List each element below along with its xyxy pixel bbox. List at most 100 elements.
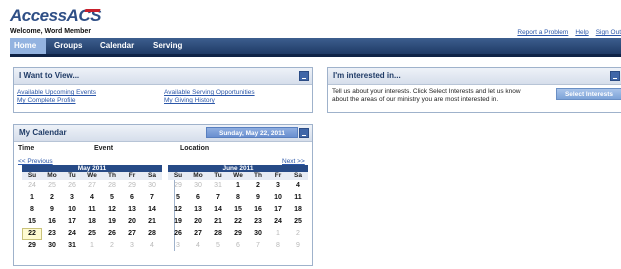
next-month-link[interactable]: Next >> [282,158,305,165]
calendar-day[interactable]: 29 [168,180,188,192]
calendar-day[interactable]: 20 [122,216,142,228]
calendar-day[interactable]: 26 [168,228,188,240]
nav-tab-serving[interactable]: Serving [149,38,186,54]
calendar-day[interactable]: 9 [288,240,308,252]
calendar-day[interactable]: 6 [188,192,208,204]
help-link[interactable]: Help [575,29,588,36]
calendar-day[interactable]: 12 [102,204,122,216]
calendar-day[interactable]: 8 [268,240,288,252]
calendar-day[interactable]: 27 [188,228,208,240]
calendar-day[interactable]: 20 [188,216,208,228]
calendar-day[interactable]: 2 [288,228,308,240]
calendar-day[interactable]: 19 [168,216,188,228]
calendar-day[interactable]: 15 [228,204,248,216]
calendar-day[interactable]: 21 [142,216,162,228]
nav-tab-groups[interactable]: Groups [50,38,86,54]
calendar-day[interactable]: 24 [268,216,288,228]
calendar-day[interactable]: 14 [142,204,162,216]
calendar-day[interactable]: 23 [42,228,62,240]
previous-month-link[interactable]: << Previous [18,158,53,165]
nav-tab-home[interactable]: Home [10,38,46,54]
select-interests-button[interactable]: Select Interests [556,88,621,100]
calendar-day[interactable]: 3 [268,180,288,192]
calendar-day[interactable]: 7 [248,240,268,252]
calendar-day[interactable]: 15 [22,216,42,228]
calendar-day[interactable]: 28 [142,228,162,240]
calendar-day[interactable]: 17 [62,216,82,228]
calendar-day[interactable]: 26 [62,180,82,192]
calendar-day[interactable]: 17 [268,204,288,216]
calendar-day[interactable]: 5 [168,192,188,204]
calendar-day[interactable]: 28 [208,228,228,240]
calendar-day[interactable]: 2 [102,240,122,252]
calendar-day[interactable]: 19 [102,216,122,228]
calendar-day[interactable]: 13 [188,204,208,216]
minimize-icon[interactable] [299,71,309,81]
calendar-day[interactable]: 28 [102,180,122,192]
selected-date-button[interactable]: Sunday, May 22, 2011 [206,127,298,138]
calendar-day[interactable]: 11 [82,204,102,216]
calendar-day[interactable]: 30 [188,180,208,192]
minimize-icon[interactable] [610,71,620,81]
calendar-day[interactable]: 23 [248,216,268,228]
calendar-day[interactable]: 30 [142,180,162,192]
calendar-day[interactable]: 1 [228,180,248,192]
calendar-day[interactable]: 12 [168,204,188,216]
calendar-day[interactable]: 1 [22,192,42,204]
my-giving-history-link[interactable]: My Giving History [164,97,215,104]
calendar-day[interactable]: 16 [248,204,268,216]
calendar-day[interactable]: 4 [82,192,102,204]
calendar-day[interactable]: 6 [122,192,142,204]
calendar-day[interactable]: 24 [62,228,82,240]
calendar-day[interactable]: 18 [288,204,308,216]
calendar-day[interactable]: 30 [42,240,62,252]
calendar-day[interactable]: 8 [228,192,248,204]
calendar-day[interactable]: 7 [208,192,228,204]
calendar-day[interactable]: 9 [42,204,62,216]
calendar-day[interactable]: 31 [62,240,82,252]
calendar-day[interactable]: 27 [82,180,102,192]
calendar-day[interactable]: 25 [82,228,102,240]
calendar-day[interactable]: 14 [208,204,228,216]
calendar-day[interactable]: 11 [288,192,308,204]
calendar-day[interactable]: 25 [288,216,308,228]
calendar-day[interactable]: 4 [142,240,162,252]
calendar-day[interactable]: 8 [22,204,42,216]
calendar-day[interactable]: 6 [228,240,248,252]
calendar-day[interactable]: 3 [122,240,142,252]
available-serving-opportunities-link[interactable]: Available Serving Opportunities [164,89,255,96]
calendar-day[interactable]: 4 [188,240,208,252]
my-complete-profile-link[interactable]: My Complete Profile [17,97,76,104]
calendar-day[interactable]: 22 [228,216,248,228]
calendar-day[interactable]: 29 [228,228,248,240]
calendar-day[interactable]: 29 [122,180,142,192]
calendar-day[interactable]: 29 [22,240,42,252]
calendar-day[interactable]: 21 [208,216,228,228]
calendar-day-selected[interactable]: 22 [22,228,42,240]
calendar-day[interactable]: 25 [42,180,62,192]
calendar-day[interactable]: 5 [208,240,228,252]
calendar-day[interactable]: 1 [82,240,102,252]
calendar-day[interactable]: 5 [102,192,122,204]
available-upcoming-events-link[interactable]: Available Upcoming Events [17,89,96,96]
sign-out-link[interactable]: Sign Out [596,29,621,36]
calendar-day[interactable]: 4 [288,180,308,192]
calendar-day[interactable]: 3 [62,192,82,204]
calendar-day[interactable]: 31 [208,180,228,192]
calendar-day[interactable]: 26 [102,228,122,240]
calendar-day[interactable]: 2 [42,192,62,204]
calendar-day[interactable]: 3 [168,240,188,252]
calendar-day[interactable]: 16 [42,216,62,228]
calendar-day[interactable]: 7 [142,192,162,204]
calendar-day[interactable]: 2 [248,180,268,192]
nav-tab-calendar[interactable]: Calendar [96,38,138,54]
calendar-day[interactable]: 1 [268,228,288,240]
minimize-icon[interactable] [299,128,309,138]
calendar-day[interactable]: 10 [268,192,288,204]
calendar-day[interactable]: 13 [122,204,142,216]
calendar-day[interactable]: 27 [122,228,142,240]
calendar-day[interactable]: 18 [82,216,102,228]
calendar-day[interactable]: 9 [248,192,268,204]
calendar-day[interactable]: 24 [22,180,42,192]
calendar-day[interactable]: 10 [62,204,82,216]
